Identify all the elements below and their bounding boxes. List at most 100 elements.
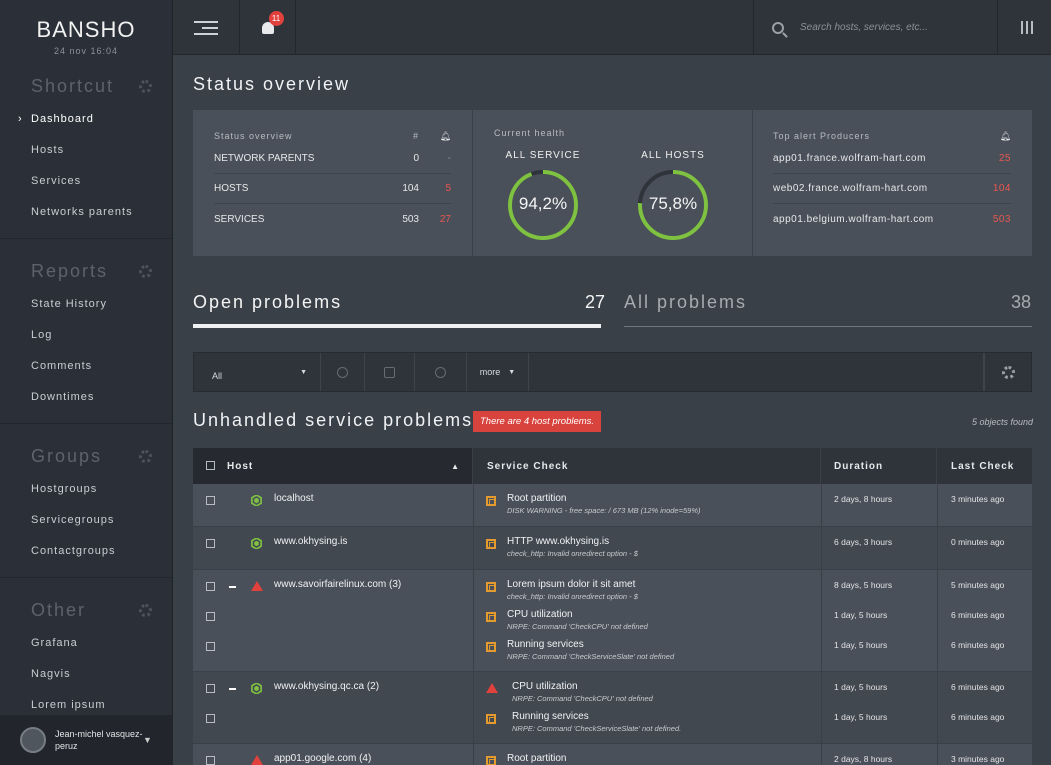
sidebar-item[interactable]: Hosts bbox=[0, 135, 172, 166]
refresh-button[interactable] bbox=[321, 353, 365, 391]
select-all-checkbox[interactable] bbox=[206, 461, 215, 470]
status-row[interactable]: HOSTS 104 5 bbox=[214, 174, 451, 204]
service-duration: 2 days, 8 hours bbox=[834, 494, 893, 504]
chevron-down-icon[interactable]: ▼ bbox=[143, 735, 152, 745]
last-check-column bbox=[937, 484, 938, 526]
sidebar-item[interactable]: Comments bbox=[0, 351, 172, 382]
service-name[interactable]: Root partition bbox=[507, 493, 566, 504]
producer-row[interactable]: app01.belgium.wolfram-hart.com 503 bbox=[773, 204, 1011, 234]
table-row[interactable]: www.okhysing.qc.ca (2) CPU utilization NRP… bbox=[193, 672, 1032, 744]
service-name[interactable]: CPU utilization bbox=[512, 681, 578, 692]
service-last-check: 6 minutes ago bbox=[951, 610, 1005, 620]
row-checkbox[interactable] bbox=[206, 582, 215, 591]
sidebar-section-title: Reports bbox=[31, 261, 109, 281]
problems-table: Host ▲ Service Check Duration Last Check… bbox=[193, 448, 1032, 765]
header-last-check[interactable]: Last Check bbox=[937, 448, 1032, 484]
service-critical-icon bbox=[486, 683, 498, 693]
row-checkbox[interactable] bbox=[206, 684, 215, 693]
sort-asc-icon[interactable]: ▲ bbox=[451, 462, 460, 471]
host-name[interactable]: app01.google.com (4) bbox=[274, 753, 371, 764]
header-host[interactable]: Host ▲ bbox=[193, 448, 473, 484]
tab-open-problems[interactable]: Open problems bbox=[193, 292, 342, 313]
service-name[interactable]: CPU utilization bbox=[507, 609, 573, 620]
producer-row[interactable]: web02.france.wolfram-hart.com 104 bbox=[773, 174, 1011, 204]
sidebar-section-title: Other bbox=[31, 600, 87, 620]
producer-host[interactable]: app01.france.wolfram-hart.com bbox=[773, 153, 926, 164]
host-name[interactable]: www.okhysing.is bbox=[274, 536, 347, 547]
sidebar-item[interactable]: Log bbox=[0, 320, 172, 351]
collapse-icon[interactable] bbox=[229, 688, 236, 690]
menu-toggle-button[interactable] bbox=[173, 0, 240, 55]
sidebar-item[interactable]: State History bbox=[0, 289, 172, 320]
filter-settings-button[interactable] bbox=[984, 353, 1031, 391]
row-checkbox[interactable] bbox=[206, 714, 215, 723]
gear-icon[interactable] bbox=[139, 264, 152, 278]
service-name[interactable]: Root partition bbox=[507, 753, 566, 764]
row-checkbox[interactable] bbox=[206, 539, 215, 548]
row-checkbox[interactable] bbox=[206, 612, 215, 621]
service-warning-icon bbox=[486, 714, 496, 724]
service-detail: check_http: Invalid onredirect option - … bbox=[507, 592, 638, 601]
table-row[interactable]: localhost Root partition DISK WARNING - fr… bbox=[193, 484, 1032, 527]
sidebar-item[interactable]: Contactgroups bbox=[0, 536, 172, 567]
status-row[interactable]: SERVICES 503 27 bbox=[214, 204, 451, 234]
collapse-icon[interactable] bbox=[229, 586, 236, 588]
settings-sliders-icon[interactable] bbox=[1021, 21, 1033, 34]
service-detail: NRPE: Command 'CheckCPU' not defined bbox=[507, 622, 648, 631]
service-name[interactable]: Lorem ipsum dolor it sit amet bbox=[507, 579, 635, 590]
brand: BANSHO 24 nov 16:04 bbox=[0, 0, 172, 60]
host-name[interactable]: localhost bbox=[274, 493, 313, 504]
sidebar-item[interactable]: Servicegroups bbox=[0, 505, 172, 536]
sidebar-section-title: Groups bbox=[31, 446, 103, 466]
host-name[interactable]: www.savoirfairelinux.com (3) bbox=[274, 579, 401, 590]
table-row[interactable]: www.okhysing.is HTTP www.okhysing.is check… bbox=[193, 527, 1032, 570]
sidebar-item-label: Services bbox=[31, 175, 82, 187]
host-problems-alert[interactable]: There are 4 host problems. bbox=[473, 411, 602, 432]
last-check-column bbox=[937, 672, 938, 743]
sidebar-item[interactable]: Hostgroups bbox=[0, 474, 172, 505]
clock-icon bbox=[435, 366, 446, 378]
service-detail: check_http: Invalid onredirect option - … bbox=[507, 549, 638, 558]
service-warning-icon bbox=[486, 539, 496, 549]
status-row-alerts: 27 bbox=[439, 213, 451, 225]
producer-row[interactable]: app01.france.wolfram-hart.com 25 bbox=[773, 144, 1011, 174]
status-row-alerts: - bbox=[447, 153, 451, 164]
sidebar-item[interactable]: Grafana bbox=[0, 628, 172, 659]
header-service[interactable]: Service Check bbox=[473, 448, 821, 484]
more-button[interactable]: more ▼ bbox=[467, 353, 529, 391]
downtime-button[interactable] bbox=[415, 353, 467, 391]
gear-icon[interactable] bbox=[139, 79, 152, 93]
brand-logo[interactable]: BANSHO bbox=[0, 17, 172, 43]
gear-icon[interactable] bbox=[139, 449, 152, 463]
service-name[interactable]: HTTP www.okhysing.is bbox=[507, 536, 609, 547]
sidebar-item[interactable]: Nagvis bbox=[0, 659, 172, 690]
search-input[interactable] bbox=[800, 22, 990, 33]
status-row[interactable]: NETWORK PARENTS 0 - bbox=[214, 144, 451, 174]
all-problems-underline bbox=[624, 326, 1032, 327]
service-warning-icon bbox=[486, 496, 496, 506]
filter-select[interactable]: All ▼ bbox=[194, 353, 321, 391]
user-menu[interactable]: Jean-michel vasquez-peruz ▼ bbox=[0, 715, 173, 765]
refresh-icon bbox=[337, 366, 348, 378]
sidebar-item[interactable]: Networks parents bbox=[0, 197, 172, 228]
notifications-button[interactable]: 11 bbox=[240, 0, 296, 55]
sidebar-item[interactable]: Downtimes bbox=[0, 382, 172, 413]
host-name[interactable]: www.okhysing.qc.ca (2) bbox=[274, 681, 379, 692]
service-name[interactable]: Running services bbox=[512, 711, 589, 722]
sidebar-item[interactable]: Services bbox=[0, 166, 172, 197]
header-duration[interactable]: Duration bbox=[821, 448, 937, 484]
row-checkbox[interactable] bbox=[206, 642, 215, 651]
gear-icon[interactable] bbox=[139, 603, 152, 617]
table-row[interactable]: app01.google.com (4) Root partition 2 days… bbox=[193, 744, 1032, 765]
table-row[interactable]: www.savoirfairelinux.com (3) Lorem ipsum … bbox=[193, 570, 1032, 672]
service-name[interactable]: Running services bbox=[507, 639, 584, 650]
row-checkbox[interactable] bbox=[206, 756, 215, 765]
tab-all-problems[interactable]: All problems bbox=[624, 292, 747, 313]
acknowledge-button[interactable] bbox=[365, 353, 415, 391]
producer-host[interactable]: web02.france.wolfram-hart.com bbox=[773, 183, 928, 194]
row-checkbox[interactable] bbox=[206, 496, 215, 505]
sidebar-item-label: Downtimes bbox=[31, 391, 95, 403]
sidebar-item[interactable]: › Dashboard bbox=[0, 104, 172, 135]
producer-host[interactable]: app01.belgium.wolfram-hart.com bbox=[773, 214, 934, 225]
table-header: Host ▲ Service Check Duration Last Check bbox=[193, 448, 1032, 484]
